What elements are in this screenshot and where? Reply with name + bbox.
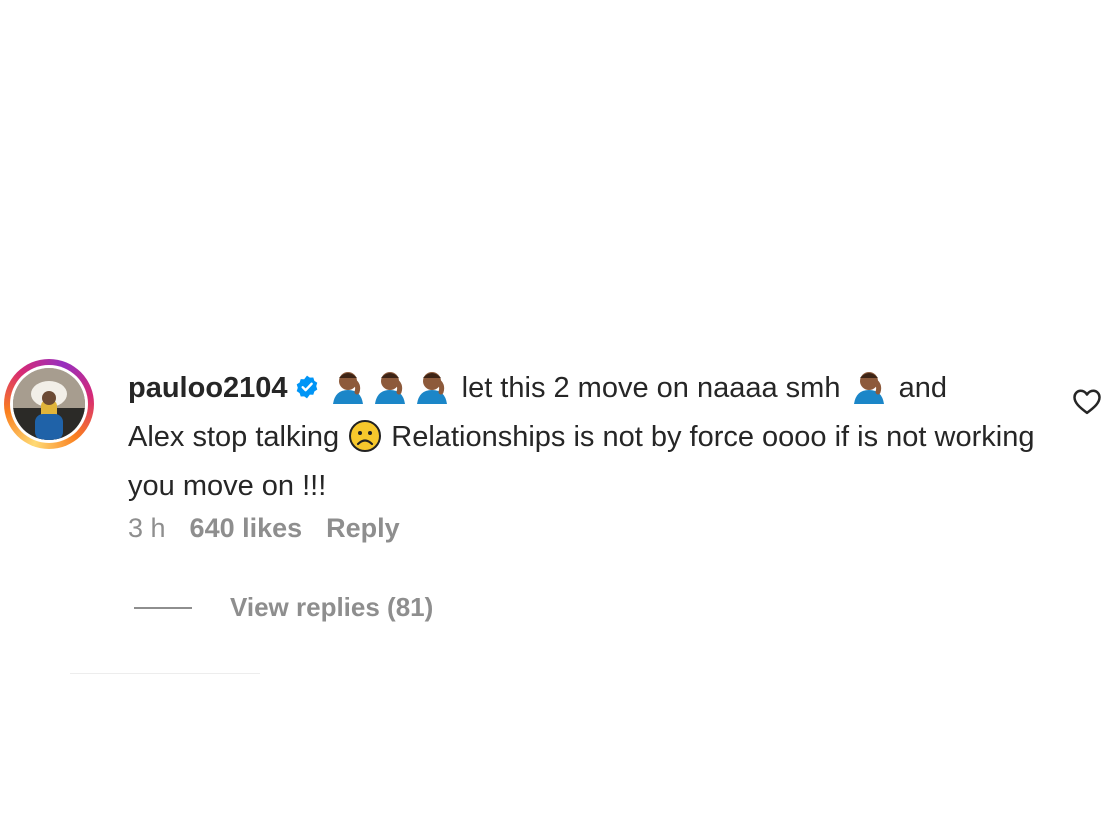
view-replies-line	[134, 606, 192, 609]
comment-text-part: Alex stop talking	[128, 421, 340, 453]
view-replies-label: View replies (81)	[230, 592, 434, 622]
comment-text-part: let this 2 move on naaaa smh	[461, 372, 841, 404]
reply-button[interactable]: Reply	[326, 513, 400, 544]
avatar-person-icon	[13, 368, 85, 440]
comment-timestamp[interactable]: 3 h	[128, 513, 166, 544]
facepalm-emoji-icon	[371, 368, 411, 416]
comment-likes[interactable]: 640 likes	[190, 513, 303, 544]
facepalm-emoji-icon	[329, 368, 369, 416]
sad-face-emoji-icon	[348, 419, 382, 465]
comment-meta: 3 h 640 likes Reply	[128, 513, 400, 544]
comment-username[interactable]: pauloo2104	[128, 372, 288, 404]
view-replies-button[interactable]: View replies (81)	[134, 592, 433, 623]
comment-text: pauloo2104 let this 2 move on naaaa smh …	[128, 367, 1058, 507]
comment: pauloo2104 let this 2 move on naaaa smh …	[0, 355, 1120, 645]
facepalm-emoji-icon	[850, 368, 890, 416]
avatar-image	[13, 368, 85, 440]
avatar-story-ring[interactable]	[4, 359, 94, 449]
verified-badge-icon	[294, 370, 320, 412]
avatar[interactable]	[10, 365, 88, 443]
comment-text-part: and	[898, 372, 947, 404]
divider	[70, 673, 260, 674]
heart-outline-icon[interactable]	[1072, 387, 1102, 420]
facepalm-emoji-icon	[413, 368, 453, 416]
